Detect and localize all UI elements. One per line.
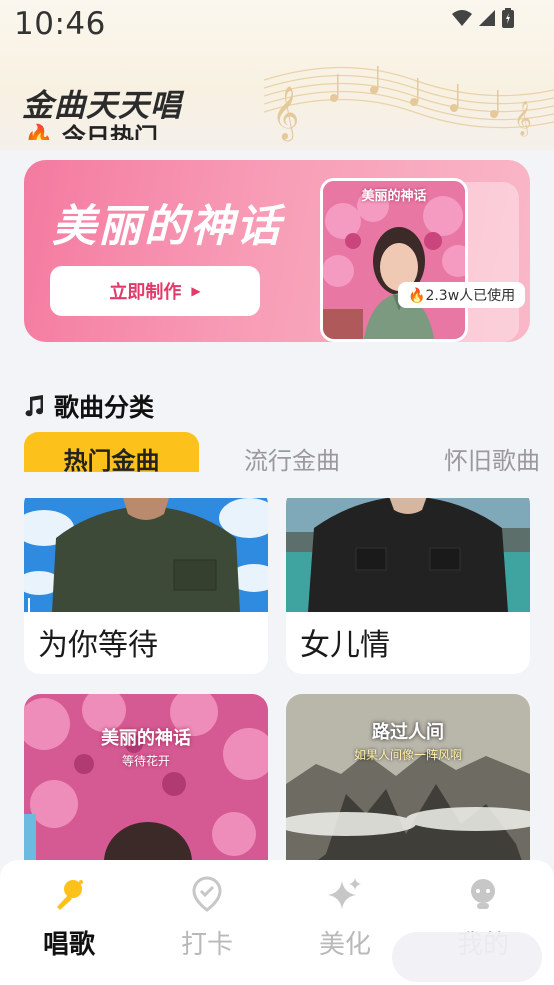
nav-sing-label: 唱歌 <box>42 930 95 960</box>
music-notes-decoration: 𝄞 𝄞 <box>264 66 554 141</box>
create-now-label: 立即制作 <box>109 282 182 303</box>
song-poster-subtitle: 如果人间像一阵风啊 <box>353 748 462 762</box>
status-bar: 10:46 <box>0 0 554 50</box>
nav-checkin-label: 打卡 <box>180 930 233 960</box>
flame-icon: 🔥 <box>24 123 54 140</box>
banner-poster-art <box>323 181 465 339</box>
checkin-pin-icon <box>192 876 222 912</box>
mic-icon <box>57 880 83 910</box>
banner-title: 美丽的神话 <box>52 201 282 252</box>
category-tabs: 热门金曲 流行金曲 怀旧歌曲 <box>0 432 554 472</box>
song-grid: 为你等待 女儿情 美丽的神话 等待花开 路过人间 如果人间像一阵风啊 <box>0 498 554 860</box>
sparkle-icon <box>328 878 361 909</box>
status-icons <box>452 8 514 28</box>
song-poster-title: 路过人间 <box>372 722 444 743</box>
create-now-button[interactable]: 立即制作 ▶ <box>50 266 260 316</box>
hot-today-heading: 🔥 今日热门 <box>24 118 158 140</box>
song-card[interactable]: 路过人间 如果人间像一阵风啊 <box>286 694 530 860</box>
status-time: 10:46 <box>14 6 106 42</box>
tab-pop-songs[interactable]: 流行金曲 <box>244 432 340 472</box>
song-poster-title: 美丽的神话 <box>101 728 191 749</box>
tab-hot-songs[interactable]: 热门金曲 <box>24 432 199 472</box>
song-card[interactable]: 为你等待 <box>24 498 268 674</box>
svg-text:𝄞: 𝄞 <box>514 101 532 137</box>
wifi-icon <box>452 10 472 26</box>
profile-icon <box>471 879 495 909</box>
song-thumbnail <box>24 498 268 612</box>
song-title: 为你等待 <box>38 628 158 663</box>
nav-checkin[interactable]: 打卡 <box>152 874 262 961</box>
usage-count: 2.3w人已使用 <box>425 288 516 304</box>
banner-poster-image: 美丽的神话 <box>320 178 468 342</box>
song-card[interactable]: 女儿情 <box>286 498 530 674</box>
nav-beautify[interactable]: 美化 <box>290 874 400 961</box>
banner-poster-title: 美丽的神话 <box>361 189 427 204</box>
song-category-label: 歌曲分类 <box>54 393 155 422</box>
play-triangle-icon: ▶ <box>191 284 201 298</box>
song-title: 女儿情 <box>300 628 390 663</box>
tab-classic-songs[interactable]: 怀旧歌曲 <box>444 432 540 472</box>
nav-beautify-label: 美化 <box>318 930 371 960</box>
song-thumbnail <box>286 498 530 612</box>
signal-icon <box>479 10 495 26</box>
music-note-icon <box>25 395 44 417</box>
hot-today-label: 今日热门 <box>61 123 158 140</box>
song-category-heading: 歌曲分类 <box>22 388 154 424</box>
flame-icon: 🔥 <box>408 288 426 304</box>
song-card[interactable]: 美丽的神话 等待花开 <box>24 694 268 860</box>
hero-banner[interactable]: 美丽的神话 立即制作 ▶ 美丽的神话 🔥2.3w人已使用 <box>24 160 530 342</box>
usage-count-badge: 🔥2.3w人已使用 <box>398 282 526 308</box>
battery-icon <box>502 8 514 28</box>
floating-bubble <box>392 932 542 982</box>
song-thumbnail <box>24 694 268 860</box>
nav-sing[interactable]: 唱歌 <box>14 874 124 961</box>
song-poster-subtitle: 等待花开 <box>121 754 170 768</box>
svg-text:𝄞: 𝄞 <box>272 85 299 141</box>
header: 10:46 𝄞 𝄞 金曲天天唱 🔥 今日热门 <box>0 0 554 150</box>
